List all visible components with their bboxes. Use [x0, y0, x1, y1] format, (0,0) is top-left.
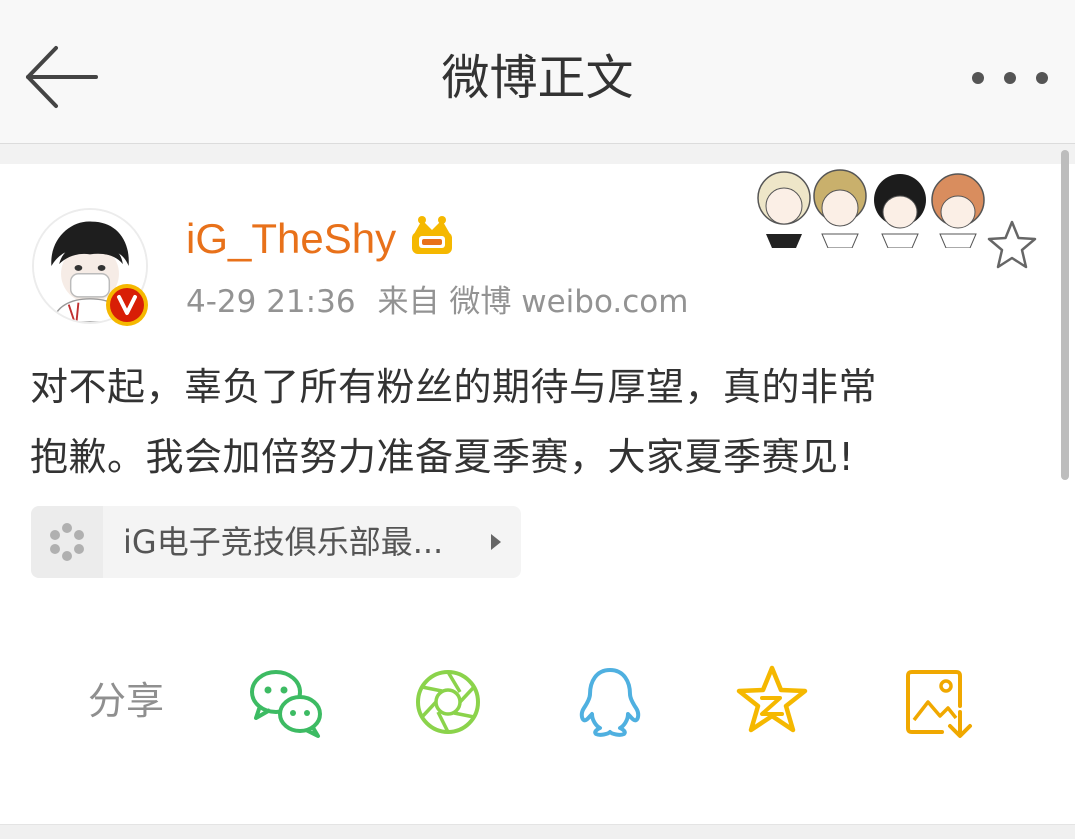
post-text-line-2: 抱歉。我会加倍努力准备夏季赛，大家夏季赛见! — [30, 435, 855, 479]
save-image-icon[interactable] — [898, 662, 978, 742]
post-body-text: 对不起，辜负了所有粉丝的期待与厚望，真的非常 抱歉。我会加倍努力准备夏季赛，大家… — [30, 352, 1040, 492]
moments-icon[interactable] — [408, 662, 488, 742]
post-meta: 4-29 21:36 来自 微博 weibo.com — [186, 280, 710, 324]
card-divider — [0, 824, 1075, 839]
wechat-icon[interactable] — [246, 662, 326, 742]
post-source[interactable]: 来自 微博 weibo.com — [378, 284, 689, 320]
linked-article-card[interactable]: iG电子竞技俱乐部最... — [31, 506, 521, 578]
favorite-star-icon[interactable] — [984, 218, 1040, 272]
loading-spinner-icon — [50, 523, 84, 561]
chevron-right-icon — [491, 534, 501, 550]
post-time: 4-29 21:36 — [186, 284, 356, 320]
top-nav-bar: 微博正文 — [0, 0, 1075, 144]
username[interactable]: iG_TheShy — [186, 212, 396, 266]
card-decoration-characters — [757, 169, 985, 248]
link-icon-box — [31, 506, 103, 578]
share-label: 分享 — [88, 679, 165, 723]
scrollbar[interactable] — [1061, 150, 1069, 480]
vip-crown-icon[interactable] — [408, 214, 456, 260]
qq-icon[interactable] — [570, 662, 650, 742]
verified-badge-icon — [106, 284, 148, 326]
post-text-line-1: 对不起，辜负了所有粉丝的期待与厚望，真的非常 — [30, 365, 878, 409]
page-title: 微博正文 — [441, 50, 634, 106]
linked-article-title: iG电子竞技俱乐部最... — [123, 523, 444, 561]
qzone-icon[interactable] — [732, 662, 812, 742]
more-dots-icon[interactable] — [968, 60, 1052, 96]
